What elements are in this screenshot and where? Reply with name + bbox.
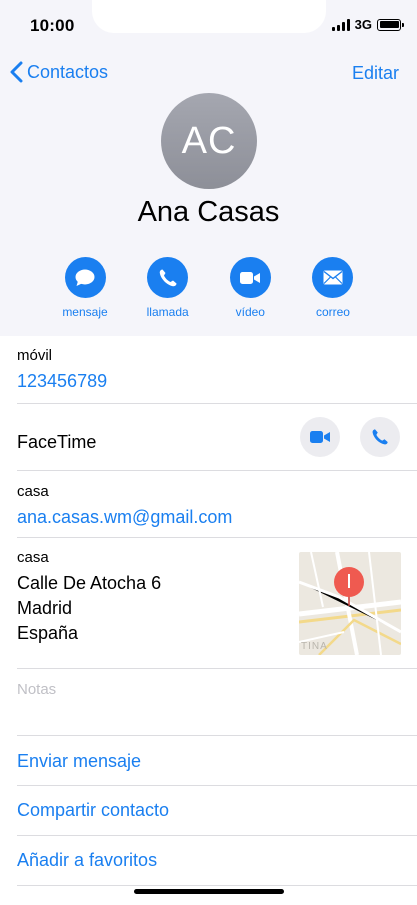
add-favorites-link[interactable]: Añadir a favoritos: [17, 850, 157, 871]
video-action-button[interactable]: vídeo: [209, 257, 291, 319]
phone-icon: [147, 257, 189, 298]
message-action-label: mensaje: [62, 305, 108, 319]
quick-actions: mensaje llamada vídeo correo: [44, 257, 374, 319]
address-country: España: [17, 623, 79, 643]
status-icons: 3G: [331, 17, 404, 32]
chevron-left-icon: [10, 61, 23, 83]
back-label: Contactos: [27, 61, 109, 82]
notch: [92, 0, 326, 33]
phone-icon: [372, 429, 388, 445]
status-time: 10:00: [30, 16, 75, 35]
send-message-link[interactable]: Enviar mensaje: [17, 751, 141, 772]
mail-action-label: correo: [315, 305, 350, 319]
address-row[interactable]: casa Calle De Atocha 6 Madrid España TIN…: [17, 538, 417, 669]
email-address[interactable]: ana.casas.wm@gmail.com: [17, 507, 232, 528]
address-label: casa: [17, 549, 49, 566]
network-type: 3G: [354, 17, 372, 32]
map-label: TINA: [301, 641, 328, 652]
video-icon: [310, 431, 330, 443]
address-city: Madrid: [17, 598, 73, 618]
message-bubble-icon: [64, 257, 106, 298]
email-row[interactable]: casa ana.casas.wm@gmail.com: [17, 471, 417, 538]
battery-icon: [377, 18, 404, 31]
facetime-row: FaceTime: [17, 404, 417, 471]
message-action-button[interactable]: mensaje: [44, 257, 126, 319]
facetime-audio-button[interactable]: [360, 417, 400, 457]
edit-button[interactable]: Editar: [352, 63, 399, 84]
mail-icon: [312, 257, 354, 298]
add-favorites-row[interactable]: Añadir a favoritos: [17, 836, 417, 886]
video-icon: [229, 257, 271, 298]
share-contact-link[interactable]: Compartir contacto: [17, 800, 169, 821]
facetime-label: FaceTime: [17, 432, 97, 452]
notes-row[interactable]: Notas: [17, 669, 417, 736]
facetime-video-button[interactable]: [300, 417, 340, 457]
map-thumbnail[interactable]: TINA: [299, 552, 401, 655]
share-contact-row[interactable]: Compartir contacto: [17, 786, 417, 836]
home-indicator[interactable]: [134, 889, 284, 894]
call-action-button[interactable]: llamada: [127, 257, 209, 319]
phone-label: móvil: [17, 347, 53, 364]
phone-number[interactable]: 123456789: [17, 371, 107, 392]
contact-name: Ana Casas: [137, 196, 280, 228]
back-button[interactable]: Contactos: [10, 61, 108, 83]
phone-row[interactable]: móvil 123456789: [17, 336, 417, 404]
mail-action-button[interactable]: correo: [292, 257, 374, 319]
signal-icon: [331, 18, 350, 31]
video-action-label: vídeo: [235, 305, 265, 319]
call-action-label: llamada: [146, 305, 189, 319]
address-street: Calle De Atocha 6: [17, 573, 162, 593]
email-label: casa: [17, 483, 49, 500]
notes-placeholder: Notas: [17, 681, 57, 698]
avatar: AC: [161, 93, 257, 189]
send-message-row[interactable]: Enviar mensaje: [17, 736, 417, 786]
